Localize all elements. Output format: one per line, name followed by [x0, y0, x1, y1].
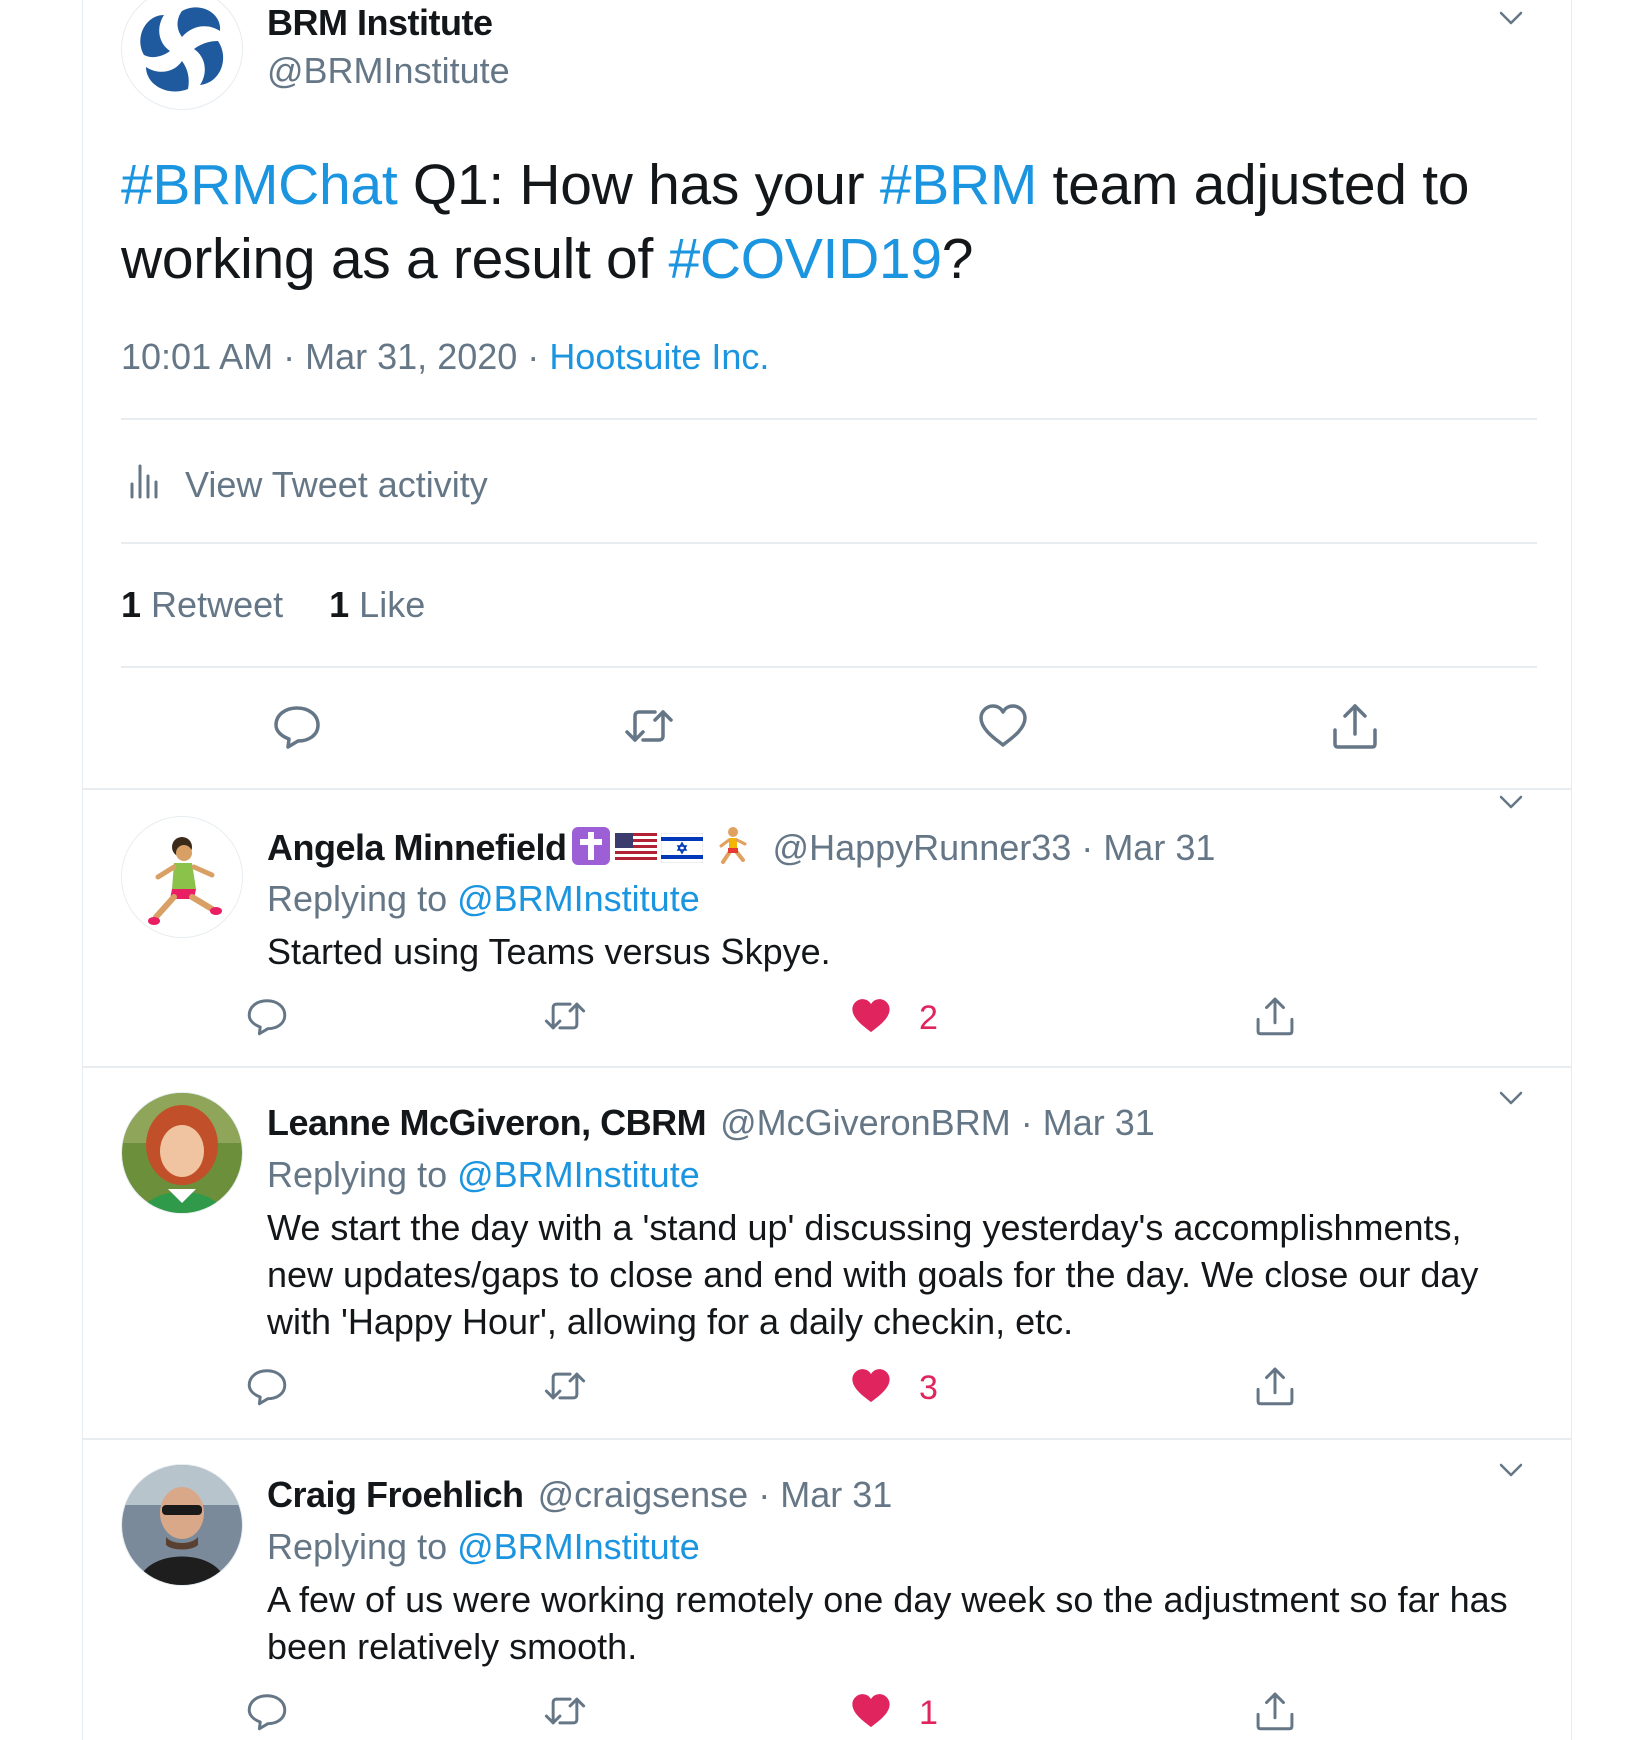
analytics-icon [127, 460, 185, 509]
share-button[interactable] [1253, 994, 1297, 1043]
like-icon [849, 994, 893, 1043]
share-icon [1253, 1689, 1297, 1738]
reply-actions: 2 [83, 994, 1571, 1044]
view-tweet-activity-link[interactable]: View Tweet activity [127, 460, 488, 509]
retweets-stat[interactable]: 1 Retweet [121, 584, 283, 625]
retweet-icon [623, 700, 675, 757]
reply-button[interactable] [271, 700, 323, 757]
like-button[interactable] [977, 700, 1029, 757]
chevron-down-icon[interactable] [1495, 2, 1527, 34]
craig-avatar[interactable] [121, 1464, 243, 1586]
replying-to-link[interactable]: @BRMInstitute [457, 1154, 700, 1195]
reply-date[interactable]: Mar 31 [1103, 827, 1215, 868]
divider [121, 666, 1537, 668]
reply-icon [245, 994, 289, 1043]
reply-author-handle[interactable]: @HappyRunner33 [773, 827, 1072, 868]
reply-actions: 3 [83, 1364, 1571, 1414]
reply-icon [271, 700, 323, 757]
israel-flag-icon [660, 830, 704, 872]
replying-to: Replying to @BRMInstitute [267, 1154, 700, 1195]
brm-institute-avatar[interactable] [121, 0, 243, 110]
reply-header: Craig Froehlich @craigsense · Mar 31 [267, 1474, 893, 1515]
reply-text: A few of us were working remotely one da… [267, 1579, 1508, 1667]
like-icon [977, 700, 1029, 757]
divider [121, 542, 1537, 544]
divider [83, 1066, 1571, 1068]
tweet-date[interactable]: Mar 31, 2020 [305, 336, 517, 377]
retweet-icon [543, 994, 587, 1043]
reply-author-name[interactable]: Craig Froehlich [267, 1474, 524, 1515]
like-button[interactable]: 2 [849, 994, 938, 1043]
retweet-button[interactable] [543, 994, 587, 1043]
reply-text: We start the day with a 'stand up' discu… [267, 1207, 1479, 1342]
hashtag-brm[interactable]: #BRM [880, 153, 1037, 217]
reply-date[interactable]: Mar 31 [780, 1474, 892, 1515]
reply-icon [245, 1689, 289, 1738]
tweet-meta: 10:01 AM · Mar 31, 2020 · Hootsuite Inc. [121, 336, 770, 377]
share-icon [1329, 700, 1381, 757]
retweet-icon [543, 1689, 587, 1738]
tweet-time[interactable]: 10:01 AM [121, 336, 273, 377]
retweet-button[interactable] [543, 1689, 587, 1738]
tweet-source-link[interactable]: Hootsuite Inc. [549, 336, 769, 377]
reply-button[interactable] [245, 1689, 289, 1738]
share-icon [1253, 1364, 1297, 1413]
main-tweet-text: #BRMChat Q1: How has your #BRM team adju… [121, 153, 1470, 291]
reply-button[interactable] [245, 994, 289, 1043]
reply-actions: 1 [83, 1689, 1571, 1739]
chevron-down-icon[interactable] [1495, 786, 1527, 818]
reply-author-name[interactable]: Leanne McGiveron, CBRM [267, 1102, 707, 1143]
hashtag-covid19[interactable]: #COVID19 [669, 227, 943, 291]
like-count: 2 [919, 999, 938, 1037]
divider [121, 418, 1537, 420]
main-author-name[interactable]: BRM Institute [267, 2, 493, 44]
share-button[interactable] [1329, 700, 1381, 757]
reply-text: Started using Teams versus Skpye. [267, 931, 831, 972]
retweet-button[interactable] [543, 1364, 587, 1413]
runner-emoji-icon [715, 826, 749, 875]
like-icon [849, 1364, 893, 1413]
chevron-down-icon[interactable] [1495, 1082, 1527, 1114]
cross-emoji-icon [571, 826, 611, 875]
retweet-icon [543, 1364, 587, 1413]
divider [83, 1438, 1571, 1440]
reply-header: Angela Minnefield @HappyRunner33 · Mar 3… [267, 826, 1215, 875]
angela-avatar[interactable] [121, 816, 243, 938]
share-icon [1253, 994, 1297, 1043]
reply-author-name[interactable]: Angela Minnefield [267, 827, 567, 868]
replying-to-link[interactable]: @BRMInstitute [457, 1526, 700, 1567]
reply-author-handle[interactable]: @craigsense [538, 1474, 749, 1515]
tweet-column: BRM Institute @BRMInstitute #BRMChat Q1:… [82, 0, 1572, 1740]
like-count: 1 [919, 1694, 938, 1732]
main-author-handle[interactable]: @BRMInstitute [267, 50, 510, 92]
view-tweet-activity-label: View Tweet activity [185, 463, 488, 505]
retweet-button[interactable] [623, 700, 675, 757]
replying-to-link[interactable]: @BRMInstitute [457, 878, 700, 919]
likes-stat[interactable]: 1 Like [329, 584, 425, 625]
us-flag-icon [614, 830, 657, 872]
like-button[interactable]: 3 [849, 1364, 938, 1413]
replying-to: Replying to @BRMInstitute [267, 1526, 700, 1567]
like-count: 3 [919, 1369, 938, 1407]
share-button[interactable] [1253, 1689, 1297, 1738]
reply-header: Leanne McGiveron, CBRM @McGiveronBRM · M… [267, 1102, 1155, 1143]
main-tweet-actions [83, 700, 1571, 760]
like-button[interactable]: 1 [849, 1689, 938, 1738]
share-button[interactable] [1253, 1364, 1297, 1413]
chevron-down-icon[interactable] [1495, 1454, 1527, 1486]
divider [83, 788, 1571, 790]
reply-date[interactable]: Mar 31 [1043, 1102, 1155, 1143]
hashtag-brmchat[interactable]: #BRMChat [121, 153, 398, 217]
tweet-stats: 1 Retweet 1 Like [121, 584, 425, 626]
reply-icon [245, 1364, 289, 1413]
reply-author-handle[interactable]: @McGiveronBRM [720, 1102, 1011, 1143]
leanne-avatar[interactable] [121, 1092, 243, 1214]
replying-to: Replying to @BRMInstitute [267, 878, 700, 919]
like-icon [849, 1689, 893, 1738]
reply-button[interactable] [245, 1364, 289, 1413]
